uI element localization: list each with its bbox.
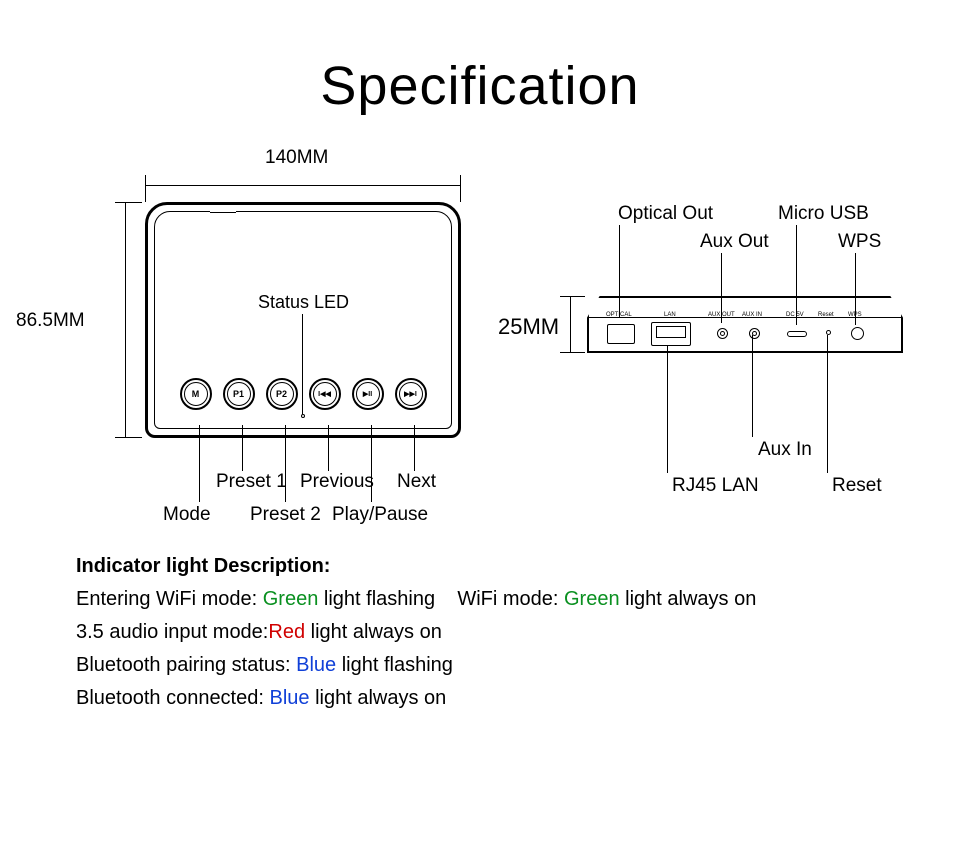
preset1-label: Preset 1 <box>216 471 287 493</box>
depth-dimension-label: 25MM <box>498 314 559 340</box>
play-pause-label: Play/Pause <box>332 504 428 526</box>
play-pause-button: ▶II <box>352 378 384 410</box>
micro-usb-label: Micro USB <box>778 203 869 225</box>
depth-dimension-line <box>560 296 580 353</box>
width-dimension-label: 140MM <box>265 147 328 169</box>
aux-out-jack-icon <box>717 328 728 339</box>
status-led-label: Status LED <box>258 292 349 313</box>
preset2-label: Preset 2 <box>250 504 321 526</box>
next-button: ▶▶I <box>395 378 427 410</box>
wps-label: WPS <box>838 231 881 253</box>
height-dimension-label: 86.5MM <box>16 310 85 332</box>
device-top-view: M P1 P2 I◀◀ ▶II ▶▶I <box>145 202 461 438</box>
preset1-button: P1 <box>223 378 255 410</box>
aux-in-label: Aux In <box>758 439 812 461</box>
status-led-icon <box>301 414 305 418</box>
lan-port-icon <box>651 322 691 346</box>
page-title: Specification <box>0 55 960 117</box>
width-dimension-line <box>145 175 461 197</box>
previous-label: Previous <box>300 471 374 493</box>
micro-usb-port-icon <box>787 331 807 337</box>
mode-label: Mode <box>163 504 211 526</box>
previous-button: I◀◀ <box>309 378 341 410</box>
indicator-header: Indicator light Description: <box>76 550 756 583</box>
mode-button: M <box>180 378 212 410</box>
wps-button-icon <box>851 327 864 340</box>
height-dimension-line <box>115 202 137 438</box>
optical-port-icon <box>607 324 635 344</box>
reset-label: Reset <box>832 475 882 497</box>
aux-in-jack-icon <box>749 328 760 339</box>
aux-out-label: Aux Out <box>700 231 769 253</box>
indicator-description: Indicator light Description: Entering Wi… <box>76 550 756 715</box>
rj45-lan-label: RJ45 LAN <box>672 475 759 497</box>
preset2-button: P2 <box>266 378 298 410</box>
next-label: Next <box>397 471 436 493</box>
optical-out-label: Optical Out <box>618 203 713 225</box>
diagram-area: 140MM 86.5MM M P1 P2 I◀◀ ▶II ▶▶I Status … <box>0 117 960 717</box>
